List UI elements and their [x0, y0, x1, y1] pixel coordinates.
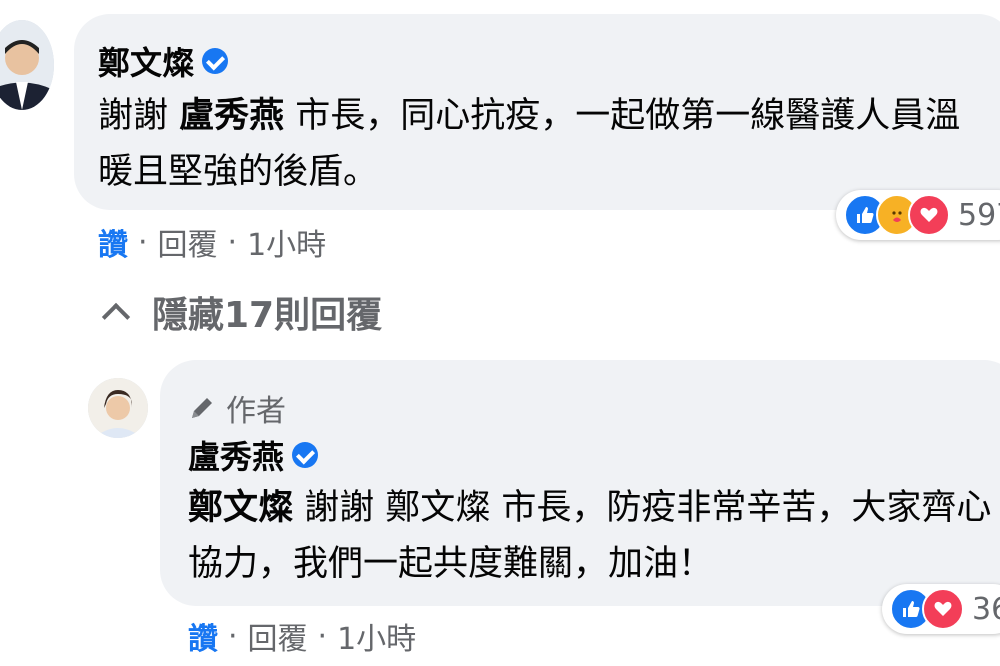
- comment-author-name[interactable]: 鄭文燦: [98, 38, 194, 84]
- author-badge: 作者: [188, 386, 286, 430]
- author-badge-label: 作者: [226, 394, 286, 429]
- avatar[interactable]: [88, 378, 148, 438]
- mention-link[interactable]: 鄭文燦: [188, 488, 293, 528]
- timestamp[interactable]: 1小時: [337, 614, 416, 658]
- reaction-summary[interactable]: 36: [882, 584, 1000, 634]
- reply-author-row: 盧秀燕: [188, 432, 319, 478]
- comment-text-line-1: 謝謝 盧秀燕 市長，同心抗疫，一起做第一線醫護人員溫: [98, 96, 961, 136]
- hide-replies-toggle[interactable]: 隱藏17則回覆: [101, 286, 383, 338]
- reply-text-line-1: 鄭文燦 謝謝 鄭文燦 市長，防疫非常辛苦，大家齊心: [188, 488, 992, 528]
- hide-replies-label: 隱藏17則回覆: [152, 295, 383, 336]
- verified-badge-icon: [202, 48, 229, 74]
- separator-dot: ·: [228, 618, 238, 654]
- comment-text-line-2: 暖且堅強的後盾。: [98, 152, 379, 192]
- like-button[interactable]: 讚: [188, 614, 218, 658]
- reply-button[interactable]: 回覆: [248, 614, 308, 658]
- mention-link[interactable]: 盧秀燕: [179, 96, 284, 136]
- reaction-summary[interactable]: 597: [836, 190, 1000, 240]
- comment-text: 謝謝 盧秀燕 市長，同心抗疫，一起做第一線醫護人員溫 暖且堅強的後盾。: [98, 88, 960, 200]
- reply-button[interactable]: 回覆: [158, 220, 218, 264]
- reply-text-line-2: 協力，我們一起共度難關，加油！: [188, 544, 714, 584]
- reply-author-name[interactable]: 盧秀燕: [188, 432, 284, 478]
- love-icon: [908, 194, 950, 236]
- avatar[interactable]: [0, 20, 54, 110]
- chevron-up-icon: [101, 302, 131, 332]
- comment-author-row: 鄭文燦: [98, 38, 229, 84]
- separator-dot: ·: [227, 224, 238, 260]
- timestamp[interactable]: 1小時: [247, 220, 326, 264]
- comment-actions: 讚 · 回覆 · 1小時: [98, 220, 326, 264]
- pencil-icon: [192, 398, 212, 418]
- separator-dot: ·: [138, 224, 148, 260]
- separator-dot: ·: [317, 618, 328, 654]
- love-icon: [922, 588, 964, 630]
- reply-text: 鄭文燦 謝謝 鄭文燦 市長，防疫非常辛苦，大家齊心 協力，我們一起共度難關，加油…: [188, 480, 991, 592]
- reply-actions: 讚 · 回覆 · 1小時: [188, 614, 416, 658]
- like-button[interactable]: 讚: [98, 220, 128, 264]
- reaction-count: 36: [972, 591, 1000, 627]
- verified-badge-icon: [292, 442, 319, 468]
- reaction-count: 597: [958, 197, 1000, 233]
